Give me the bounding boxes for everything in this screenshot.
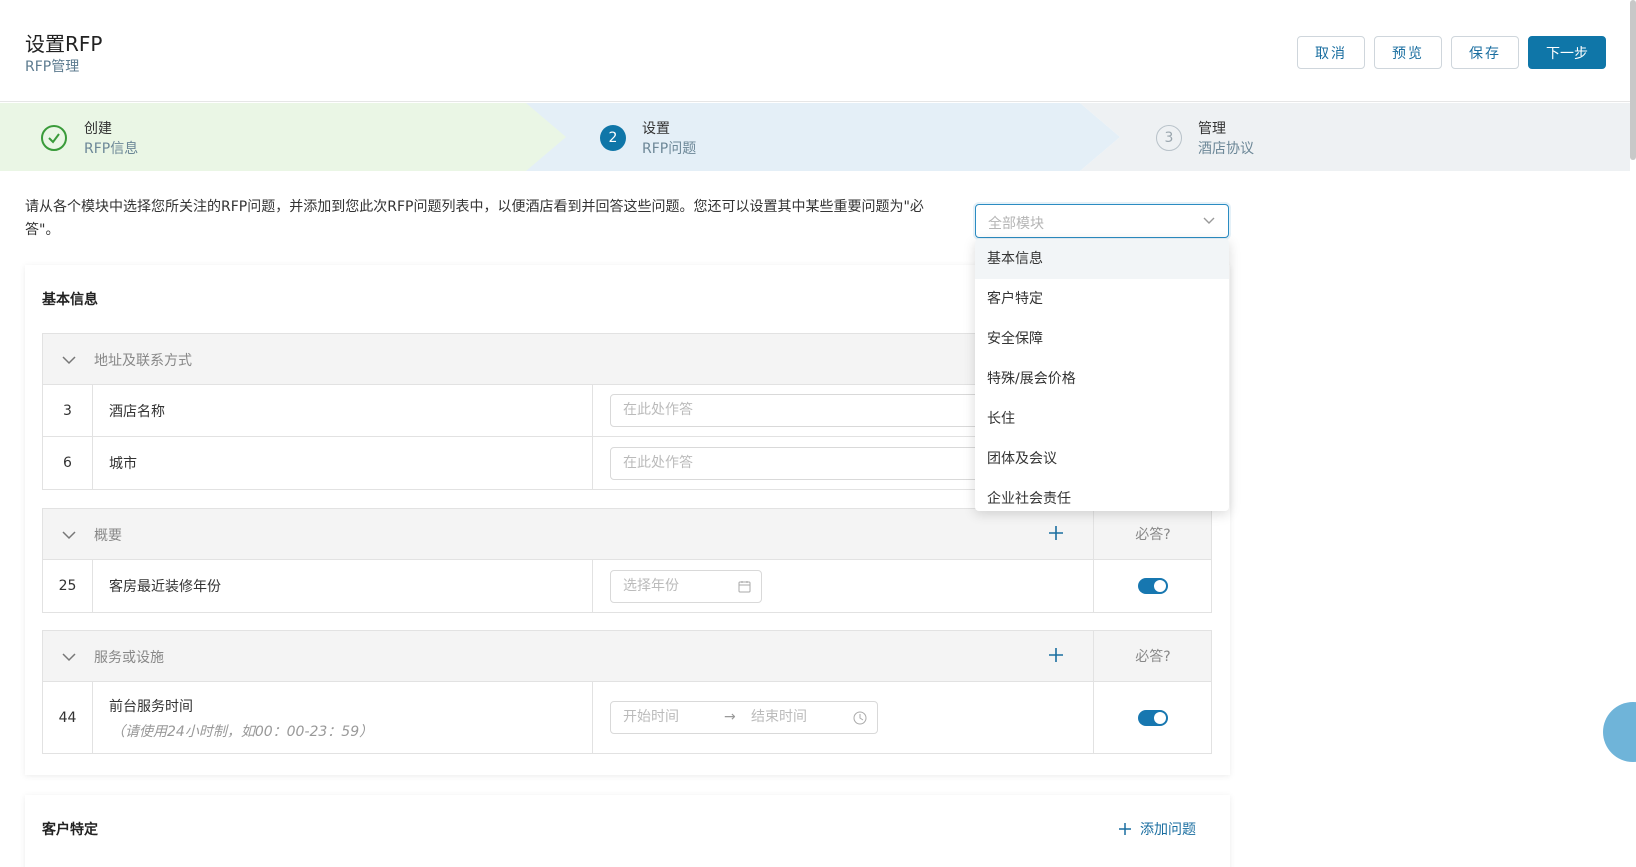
preview-button[interactable]: 预览: [1374, 36, 1442, 69]
table-row: 44 前台服务时间 （请使用24小时制，如00：00-23：59） 开始时间 →…: [42, 682, 1212, 754]
check-icon: [41, 125, 67, 151]
end-time-input[interactable]: 结束时间: [751, 702, 807, 733]
required-header: 必答?: [1093, 509, 1212, 559]
save-button[interactable]: 保存: [1451, 36, 1519, 69]
time-range-picker[interactable]: 开始时间 → 结束时间: [610, 701, 878, 734]
question-number: 25: [43, 560, 93, 612]
question-number: 6: [43, 437, 93, 489]
section-title: 基本信息: [42, 292, 98, 308]
question-cell: 客房最近装修年份: [93, 560, 593, 612]
add-question-label: 添加问题: [1140, 822, 1196, 838]
question-cell: 城市: [93, 437, 593, 489]
question-text: 酒店名称: [109, 404, 165, 420]
year-picker[interactable]: 选择年份: [610, 570, 762, 603]
module-select[interactable]: 全部模块: [975, 204, 1229, 238]
breadcrumb[interactable]: RFP管理: [25, 56, 79, 76]
step-number: 3: [1156, 125, 1182, 151]
step-title: 创建: [84, 121, 112, 137]
group-overview[interactable]: 概要 必答?: [42, 508, 1212, 560]
chevron-down-icon[interactable]: [61, 649, 77, 665]
required-cell: [1093, 560, 1212, 612]
section-title: 客户特定: [42, 822, 98, 838]
instructions-text: 请从各个模块中选择您所关注的RFP问题，并添加到您此次RFP问题列表中，以便酒店…: [25, 199, 924, 238]
question-text: 城市: [109, 456, 137, 472]
question-number: 44: [43, 682, 93, 753]
page-scrollbar[interactable]: [1630, 0, 1636, 160]
step-subtitle: RFP问题: [642, 141, 697, 157]
required-toggle[interactable]: [1138, 709, 1168, 726]
question-cell: 酒店名称: [93, 385, 593, 436]
step-manage: 3 管理 酒店协议: [1080, 103, 1630, 171]
next-step-button[interactable]: 下一步: [1528, 36, 1606, 69]
group-label: 服务或设施: [94, 650, 164, 666]
step-number: 2: [600, 125, 626, 151]
group-label: 概要: [94, 528, 122, 544]
step-create: 创建 RFP信息: [0, 103, 560, 171]
plus-icon[interactable]: [1045, 644, 1067, 666]
chevron-down-icon: [1203, 217, 1215, 224]
step-setup: 2 设置 RFP问题: [520, 103, 1120, 171]
page-header: 设置RFP RFP管理 取消 预览 保存 下一步: [0, 0, 1630, 102]
add-question-button[interactable]: 添加问题: [1118, 819, 1196, 839]
group-services-facilities[interactable]: 服务或设施 必答?: [42, 630, 1212, 682]
year-placeholder: 选择年份: [623, 578, 679, 594]
step-progress: 创建 RFP信息 2 设置 RFP问题 3 管理 酒店协议: [0, 103, 1630, 171]
step-title: 管理: [1198, 121, 1226, 137]
answer-cell: 选择年份: [593, 560, 1093, 612]
cancel-button[interactable]: 取消: [1297, 36, 1365, 69]
question-text: 前台服务时间: [109, 699, 193, 715]
required-cell: [1093, 682, 1212, 753]
chevron-down-icon[interactable]: [61, 527, 77, 543]
answer-cell: 开始时间 → 结束时间: [593, 682, 1093, 753]
calendar-icon: [738, 581, 751, 593]
step-title: 设置: [642, 121, 670, 137]
module-dropdown: 基本信息 客户特定 安全保障 特殊/展会价格 长住 团体及会议 企业社会责任: [975, 239, 1229, 511]
required-toggle[interactable]: [1138, 578, 1168, 594]
module-select-placeholder: 全部模块: [988, 216, 1044, 232]
dropdown-option[interactable]: 客户特定: [975, 279, 1229, 319]
question-cell: 前台服务时间 （请使用24小时制，如00：00-23：59）: [93, 682, 593, 753]
dropdown-option[interactable]: 基本信息: [975, 239, 1229, 279]
table-row: 25 客房最近装修年份 选择年份: [42, 560, 1212, 613]
dropdown-option[interactable]: 长住: [975, 399, 1229, 439]
dropdown-option[interactable]: 安全保障: [975, 319, 1229, 359]
section-client-specific: 客户特定 添加问题: [25, 795, 1230, 867]
dropdown-option[interactable]: 企业社会责任: [975, 479, 1229, 511]
plus-icon: [1119, 823, 1131, 835]
question-text: 客房最近装修年份: [109, 579, 221, 595]
arrow-right-icon: →: [724, 709, 736, 725]
clock-icon: [853, 711, 867, 725]
plus-icon[interactable]: [1045, 522, 1067, 544]
chat-widget-button[interactable]: [1603, 702, 1636, 762]
dropdown-option[interactable]: 特殊/展会价格: [975, 359, 1229, 399]
question-number: 3: [43, 385, 93, 436]
group-label: 地址及联系方式: [94, 353, 192, 369]
start-time-input[interactable]: 开始时间: [623, 709, 679, 725]
required-header: 必答?: [1093, 631, 1212, 681]
step-subtitle: 酒店协议: [1198, 141, 1254, 157]
question-hint: （请使用24小时制，如00：00-23：59）: [111, 724, 374, 740]
step-subtitle: RFP信息: [84, 141, 139, 157]
chevron-down-icon[interactable]: [61, 352, 77, 368]
page-title: 设置RFP: [25, 32, 103, 56]
dropdown-option[interactable]: 团体及会议: [975, 439, 1229, 479]
